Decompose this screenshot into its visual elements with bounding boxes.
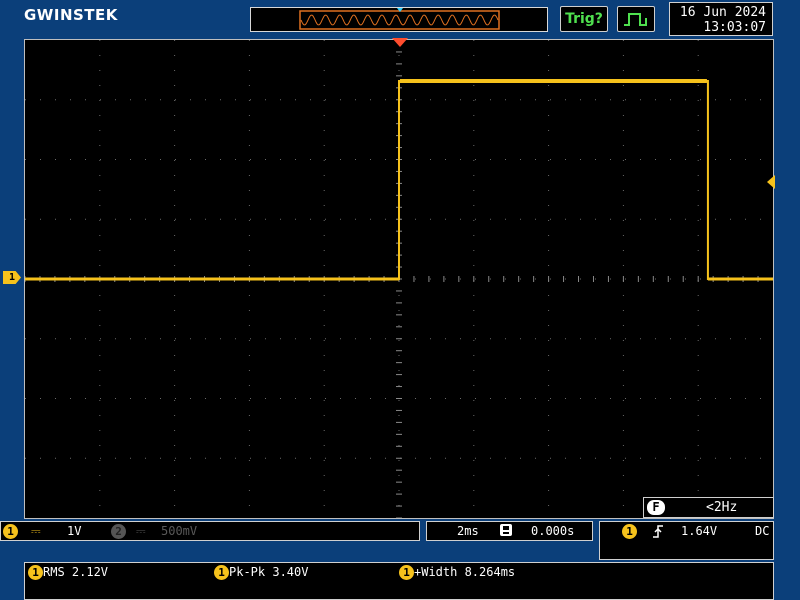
pulse-waveform-icon [624, 13, 647, 26]
trigger-source-badge: 1 [622, 524, 637, 539]
ch1-status-badge[interactable]: 1 [3, 524, 18, 539]
frequency-badge: F [647, 500, 665, 515]
memory-overview-bar[interactable] [250, 7, 548, 32]
trigger-level-value: 1.64V [681, 524, 718, 538]
frequency-counter: F <2Hz [643, 497, 774, 518]
timebase-value: 2ms [457, 524, 479, 538]
graticule [25, 40, 773, 518]
measurement-bar[interactable]: 1 RMS 2.12V 1 Pk-Pk 3.40V 1 +Width 8.264… [24, 562, 774, 600]
ch2-coupling-icon: ⎓ [136, 524, 146, 538]
frequency-value: <2Hz [706, 500, 738, 515]
date-text: 16 Jun 2024 [679, 5, 766, 20]
trigger-status-indicator[interactable]: Trig? [560, 6, 608, 32]
memory-lock-icon [499, 523, 513, 540]
dc-coupling-icon: ⎓ [31, 524, 41, 538]
waveform-display[interactable] [24, 39, 774, 519]
ch1-ground-marker-icon[interactable]: 1 [3, 271, 21, 284]
measurement-source-badge: 1 [28, 565, 43, 580]
ch1-waveform-trace [25, 80, 773, 280]
trigger-position-marker-icon[interactable] [392, 38, 408, 47]
measurement-pos-width[interactable]: +Width 8.264ms [414, 565, 515, 579]
time-text: 13:03:07 [703, 20, 766, 35]
measurement-source-badge: 1 [399, 565, 414, 580]
ch2-status-badge[interactable]: 2 [111, 524, 126, 539]
acquire-mode-button[interactable] [617, 6, 655, 32]
ch1-scale-value: 1V [67, 524, 82, 538]
timebase-status-bar[interactable]: 2ms 0.000s [426, 521, 593, 541]
gwinstek-logo: GWINSTEK [24, 6, 118, 24]
date-time-display: 16 Jun 2024 13:03:07 [669, 2, 773, 36]
trigger-status-bar[interactable]: 1 1.64V DC [599, 521, 774, 560]
trigger-level-arrow-icon[interactable] [767, 175, 775, 189]
trigger-coupling-value: DC [755, 524, 770, 538]
channel-status-bar[interactable]: 1 ⎓ 1V 2 ⎓ 500mV [0, 521, 420, 541]
measurement-source-badge: 1 [214, 565, 229, 580]
memory-overview-waveform [299, 8, 500, 30]
measurement-rms[interactable]: RMS 2.12V [43, 565, 108, 579]
time-offset-value: 0.000s [531, 524, 575, 538]
rising-edge-icon [652, 523, 664, 542]
ch2-scale-value: 500mV [161, 524, 198, 538]
measurement-pk-pk[interactable]: Pk-Pk 3.40V [229, 565, 308, 579]
